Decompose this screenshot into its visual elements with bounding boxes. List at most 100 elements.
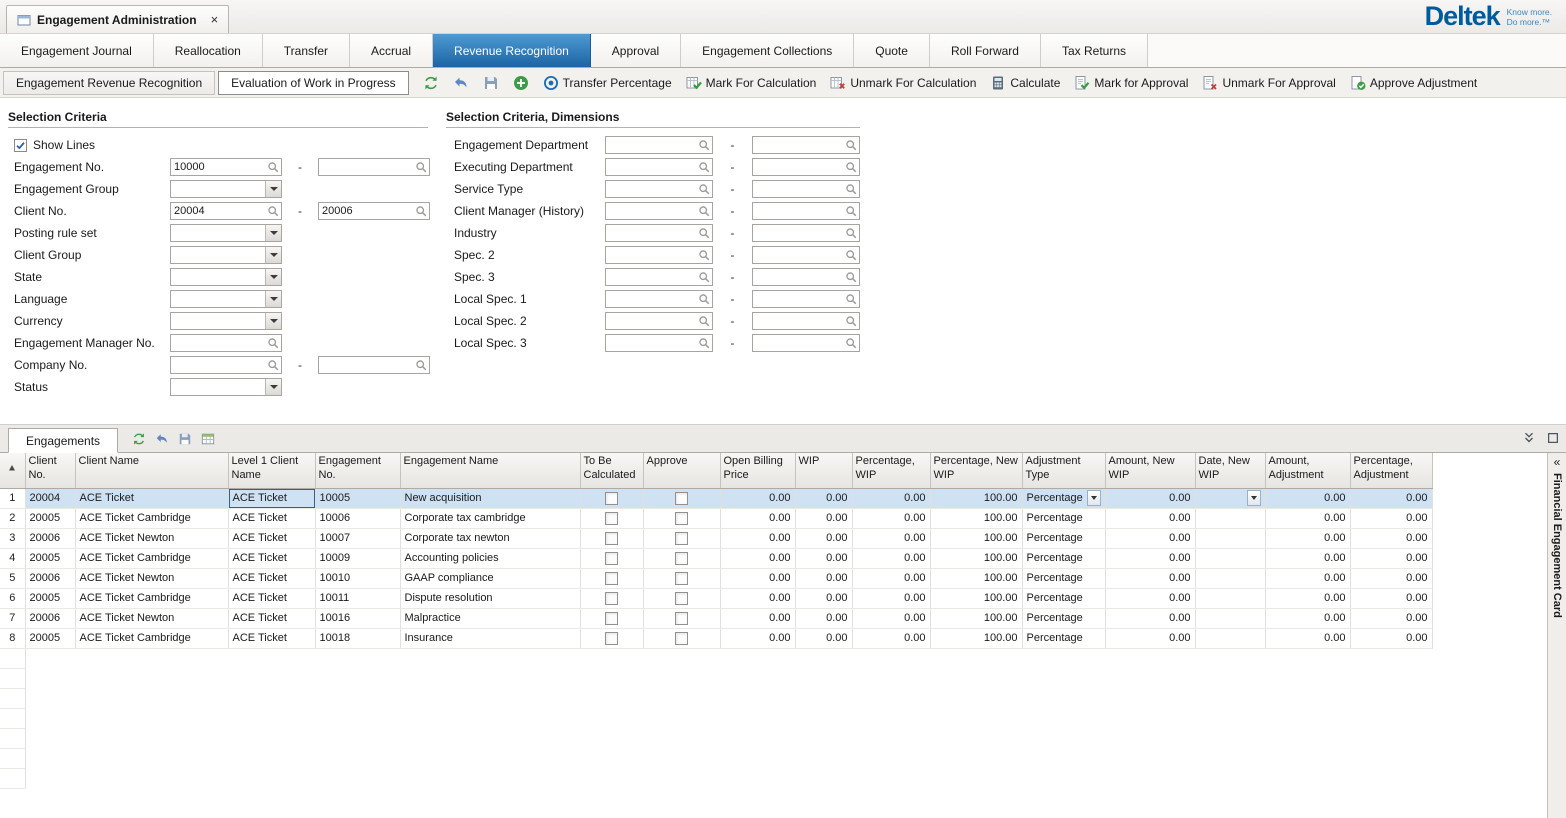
cell-wip[interactable]: 0.00 [795, 628, 852, 648]
row-number[interactable]: 3 [0, 528, 25, 548]
main-tab-approval[interactable]: Approval [591, 34, 681, 67]
dropdown-arrow-icon[interactable] [265, 379, 281, 395]
table-row[interactable]: 120004ACE TicketACE Ticket10005New acqui… [0, 488, 1432, 508]
to-be-calculated-checkbox[interactable] [605, 492, 618, 505]
search-icon[interactable] [845, 205, 858, 218]
company-no-to-input[interactable] [319, 357, 429, 373]
cell-client-no[interactable]: 20006 [25, 568, 75, 588]
cell-amount-new-wip[interactable]: 0.00 [1105, 488, 1195, 508]
local-spec-3-to-input[interactable] [753, 335, 859, 351]
local-spec-1-from-input[interactable] [606, 291, 712, 307]
cell-engagement-no[interactable]: 10016 [315, 608, 400, 628]
engagement-department-to-input[interactable] [753, 137, 859, 153]
approve-checkbox[interactable] [675, 592, 688, 605]
refresh-button[interactable] [417, 72, 445, 94]
table-row[interactable]: 720006ACE Ticket NewtonACE Ticket10016Ma… [0, 608, 1432, 628]
cell-to-be-calculated[interactable] [580, 488, 643, 508]
cell-percentage-adjustment[interactable]: 0.00 [1350, 488, 1432, 508]
search-icon[interactable] [845, 139, 858, 152]
dropdown-arrow-icon[interactable] [265, 269, 281, 285]
approve-checkbox[interactable] [675, 612, 688, 625]
cell-amount-adjustment[interactable]: 0.00 [1265, 628, 1350, 648]
cell-date-new-wip[interactable] [1195, 548, 1265, 568]
column-header-open-billing-price[interactable]: Open Billing Price [720, 453, 795, 488]
local-spec-3-from-input[interactable] [606, 335, 712, 351]
column-header-client-name[interactable]: Client Name [75, 453, 228, 488]
cell-engagement-no[interactable]: 10007 [315, 528, 400, 548]
cell-percentage-wip[interactable]: 0.00 [852, 608, 930, 628]
column-header-to-be-calculated[interactable]: To Be Calculated [580, 453, 643, 488]
approve-adjustment-button[interactable]: Approve Adjustment [1344, 72, 1483, 94]
cell-level1[interactable]: ACE Ticket [228, 548, 315, 568]
cell-open-billing-price[interactable]: 0.00 [720, 608, 795, 628]
column-header-adjustment-type[interactable]: Adjustment Type [1022, 453, 1105, 488]
cell-percentage-adjustment[interactable]: 0.00 [1350, 548, 1432, 568]
column-header-percentage-adjustment[interactable]: Percentage, Adjustment [1350, 453, 1432, 488]
dropdown-arrow-icon[interactable] [1247, 490, 1261, 506]
cell-client-name[interactable]: ACE Ticket Cambridge [75, 588, 228, 608]
cell-to-be-calculated[interactable] [580, 528, 643, 548]
cell-percentage-new-wip[interactable]: 100.00 [930, 588, 1022, 608]
cell-amount-new-wip[interactable]: 0.00 [1105, 548, 1195, 568]
dropdown-arrow-icon[interactable] [265, 247, 281, 263]
search-icon[interactable] [698, 293, 711, 306]
save-icon[interactable] [178, 432, 192, 446]
column-header-percentage-new-wip[interactable]: Percentage, New WIP [930, 453, 1022, 488]
to-be-calculated-checkbox[interactable] [605, 632, 618, 645]
cell-open-billing-price[interactable]: 0.00 [720, 488, 795, 508]
client-no-from-input[interactable] [171, 203, 281, 219]
cell-open-billing-price[interactable]: 0.00 [720, 508, 795, 528]
select-all-header[interactable] [0, 453, 25, 488]
cell-engagement-no[interactable]: 10010 [315, 568, 400, 588]
table-icon[interactable] [201, 432, 215, 446]
cell-adjustment-type[interactable]: Percentage [1022, 588, 1105, 608]
financial-engagement-card-panel[interactable]: « Financial Engagement Card [1547, 453, 1566, 818]
main-tab-engagement-collections[interactable]: Engagement Collections [681, 34, 854, 67]
cell-percentage-wip[interactable]: 0.00 [852, 568, 930, 588]
row-number[interactable]: 4 [0, 548, 25, 568]
undo-button[interactable] [447, 72, 475, 94]
maximize-panel-icon[interactable] [1546, 431, 1560, 445]
approve-checkbox[interactable] [675, 632, 688, 645]
close-icon[interactable]: × [211, 13, 219, 26]
cell-wip[interactable]: 0.00 [795, 568, 852, 588]
cell-percentage-new-wip[interactable]: 100.00 [930, 608, 1022, 628]
cell-adjustment-type[interactable]: Percentage [1022, 608, 1105, 628]
cell-open-billing-price[interactable]: 0.00 [720, 568, 795, 588]
to-be-calculated-checkbox[interactable] [605, 532, 618, 545]
column-header-engagement-no[interactable]: Engagement No. [315, 453, 400, 488]
cell-percentage-adjustment[interactable]: 0.00 [1350, 608, 1432, 628]
cell-client-name[interactable]: ACE Ticket [75, 488, 228, 508]
cell-date-new-wip[interactable] [1195, 508, 1265, 528]
search-icon[interactable] [845, 315, 858, 328]
transfer-percentage-button[interactable]: Transfer Percentage [537, 72, 678, 94]
cell-percentage-adjustment[interactable]: 0.00 [1350, 528, 1432, 548]
sub-tab-evaluation-of-work-in-progress[interactable]: Evaluation of Work in Progress [218, 71, 409, 95]
approve-checkbox[interactable] [675, 572, 688, 585]
search-icon[interactable] [845, 227, 858, 240]
cell-engagement-name[interactable]: Corporate tax cambridge [400, 508, 580, 528]
tab-engagements[interactable]: Engagements [8, 428, 118, 453]
cell-engagement-name[interactable]: Accounting policies [400, 548, 580, 568]
engagement-manager-no-from-input[interactable] [171, 335, 281, 351]
cell-date-new-wip[interactable] [1195, 608, 1265, 628]
cell-client-name[interactable]: ACE Ticket Cambridge [75, 508, 228, 528]
engagement-no-from-input[interactable] [171, 159, 281, 175]
local-spec-2-from-input[interactable] [606, 313, 712, 329]
cell-approve[interactable] [643, 528, 720, 548]
language-dropdown[interactable] [170, 290, 282, 308]
cell-approve[interactable] [643, 628, 720, 648]
cell-engagement-name[interactable]: GAAP compliance [400, 568, 580, 588]
cell-client-name[interactable]: ACE Ticket Cambridge [75, 548, 228, 568]
cell-client-no[interactable]: 20005 [25, 548, 75, 568]
engagement-department-from-input[interactable] [606, 137, 712, 153]
cell-level1[interactable]: ACE Ticket [228, 488, 315, 508]
cell-percentage-new-wip[interactable]: 100.00 [930, 528, 1022, 548]
to-be-calculated-checkbox[interactable] [605, 592, 618, 605]
local-spec-1-to-input[interactable] [753, 291, 859, 307]
company-no-from-input[interactable] [171, 357, 281, 373]
to-be-calculated-checkbox[interactable] [605, 572, 618, 585]
search-icon[interactable] [698, 161, 711, 174]
search-icon[interactable] [267, 161, 280, 174]
cell-amount-adjustment[interactable]: 0.00 [1265, 488, 1350, 508]
